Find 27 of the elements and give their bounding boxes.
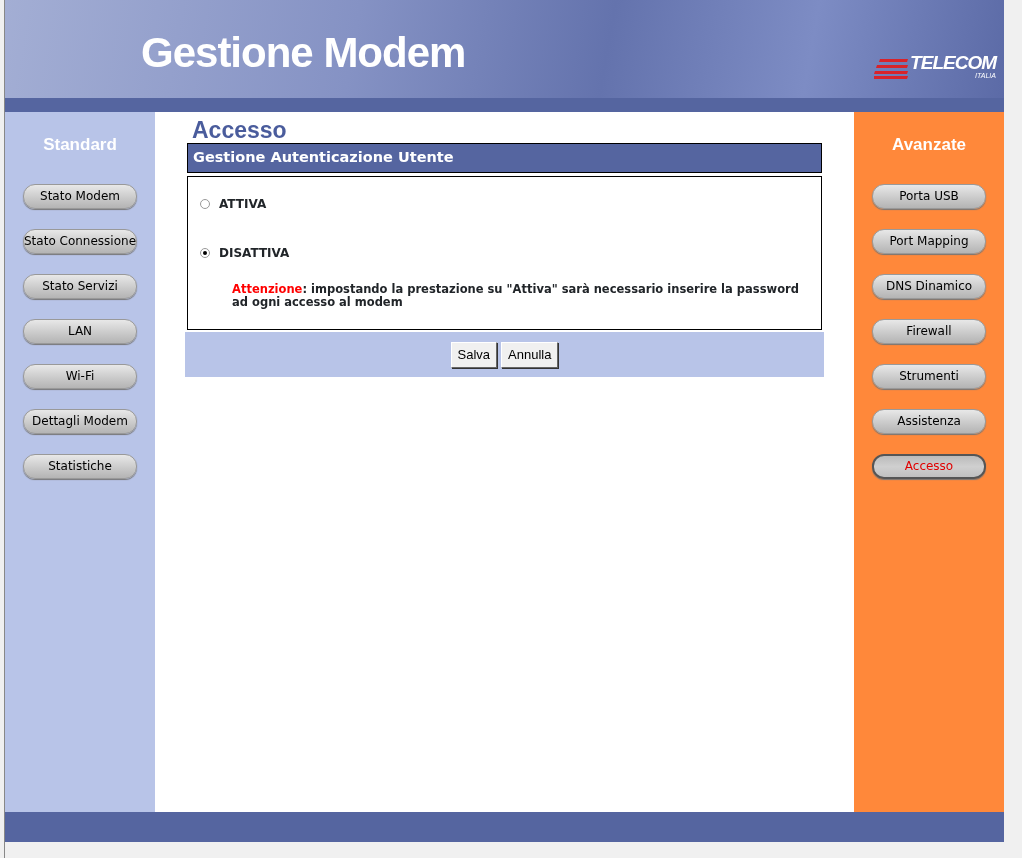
nav-button[interactable]: Stato Servizi	[23, 273, 137, 299]
nav-button[interactable]: Porta USB	[872, 183, 986, 209]
nav-button[interactable]: Firewall	[872, 318, 986, 344]
option-label: ATTIVA	[219, 196, 267, 214]
radio-button[interactable]	[200, 199, 210, 210]
nav-button[interactable]: Stato Modem	[23, 183, 137, 209]
nav-button[interactable]: Stato Connessione	[23, 228, 137, 254]
stripes-logo-icon	[874, 57, 909, 79]
nav-button[interactable]: Statistiche	[23, 453, 137, 479]
nav-button[interactable]: Wi-Fi	[23, 363, 137, 389]
page-title: Accesso	[192, 118, 288, 144]
logo-name: TELECOM	[910, 53, 996, 72]
sidebar-title: Standard	[43, 134, 117, 156]
section-header: Gestione Autenticazione Utente	[187, 143, 822, 174]
form-button[interactable]: Salva	[450, 342, 498, 368]
form-button[interactable]: Annulla	[501, 342, 559, 368]
option-label: DISATTIVA	[219, 245, 290, 263]
nav-button[interactable]: Strumenti	[872, 363, 986, 389]
nav-button[interactable]: Assistenza	[872, 408, 986, 434]
site-title: Gestione Modem	[141, 27, 466, 78]
nav-button[interactable]: LAN	[23, 318, 137, 344]
nav-button[interactable]: Port Mapping	[872, 228, 986, 254]
nav-button[interactable]: DNS Dinamico	[872, 273, 986, 299]
warning-message: Attenzione: impostando la prestazione su "Attiva" sarà necessario inserire la password ad ogni accesso al modem	[232, 283, 800, 310]
radio-button[interactable]	[200, 248, 210, 259]
sidebar-title: Avanzate	[892, 134, 966, 156]
nav-button[interactable]: Dettagli Modem	[23, 408, 137, 434]
